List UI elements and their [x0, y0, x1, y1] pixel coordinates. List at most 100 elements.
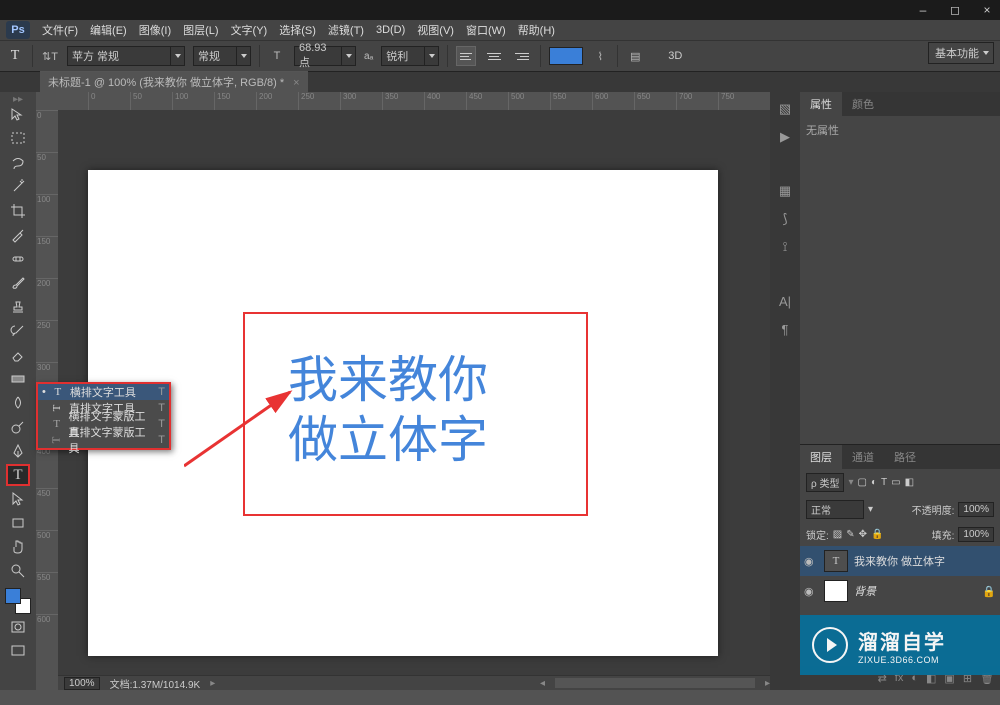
tab-paths[interactable]: 路径	[884, 445, 926, 469]
antialias-dropdown-icon[interactable]	[425, 46, 439, 66]
styles-panel-icon[interactable]: ⟟	[774, 236, 796, 258]
tab-properties[interactable]: 属性	[800, 92, 842, 116]
actions-panel-icon[interactable]: ▶	[774, 126, 796, 148]
swatches-panel-icon[interactable]: ▦	[774, 180, 796, 202]
font-size-input[interactable]: 68.93 点	[294, 46, 342, 66]
menu-select[interactable]: 选择(S)	[273, 22, 322, 38]
path-selection-tool[interactable]	[6, 488, 30, 510]
warp-text-button[interactable]: ⌇	[591, 47, 609, 65]
align-left-button[interactable]	[456, 46, 476, 66]
paragraph-panel-icon[interactable]: ¶	[774, 318, 796, 340]
layer-name[interactable]: 背景	[854, 583, 876, 599]
blend-mode-select[interactable]: 正常	[806, 500, 864, 519]
filter-shape-icon[interactable]: ▭	[891, 477, 900, 488]
magic-wand-tool[interactable]	[6, 176, 30, 198]
layer-row-text[interactable]: ◉ T 我来教你 做立体字	[800, 546, 1000, 576]
align-center-button[interactable]	[484, 46, 504, 66]
blur-tool[interactable]	[6, 392, 30, 414]
menu-3d[interactable]: 3D(D)	[370, 24, 411, 36]
visibility-icon[interactable]: ◉	[804, 555, 818, 568]
healing-tool[interactable]	[6, 248, 30, 270]
zoom-tool[interactable]	[6, 560, 30, 582]
dodge-tool[interactable]	[6, 416, 30, 438]
menu-type[interactable]: 文字(Y)	[225, 22, 274, 38]
tab-color[interactable]: 颜色	[842, 92, 884, 116]
document-tab-close[interactable]: ×	[293, 77, 299, 89]
menu-view[interactable]: 视图(V)	[411, 22, 460, 38]
shape-tool[interactable]	[6, 512, 30, 534]
document-canvas[interactable]: 我来教你 做立体字	[88, 170, 718, 656]
scroll-thumb-h[interactable]	[555, 678, 755, 688]
filter-image-icon[interactable]: ▢	[858, 477, 867, 488]
toolbox-grip[interactable]: ▸▸	[6, 94, 30, 102]
flyout-horizontal-type[interactable]: •T 横排文字工具T	[38, 384, 169, 400]
font-size-dropdown-icon[interactable]	[342, 46, 356, 66]
marquee-tool[interactable]	[6, 128, 30, 150]
lock-move-icon[interactable]: ✥	[859, 529, 867, 540]
quickmask-toggle[interactable]	[6, 616, 30, 638]
lock-pixels-icon[interactable]: ▨	[833, 529, 842, 540]
fill-input[interactable]: 100%	[958, 527, 994, 542]
menu-file[interactable]: 文件(F)	[36, 22, 84, 38]
minimize-button[interactable]: –	[916, 3, 930, 17]
canvas-text-line1: 我来教你	[288, 350, 488, 410]
crop-tool[interactable]	[6, 200, 30, 222]
antialias-select[interactable]: 锐利	[381, 46, 425, 66]
eyedropper-tool[interactable]	[6, 224, 30, 246]
foreground-color[interactable]	[5, 588, 21, 604]
move-tool[interactable]	[6, 104, 30, 126]
brushes-panel-icon[interactable]: ⟆	[774, 208, 796, 230]
orientation-toggle[interactable]: ⇅T	[41, 47, 59, 65]
font-style-dropdown-icon[interactable]	[237, 46, 251, 66]
layer-name[interactable]: 我来教你 做立体字	[854, 553, 945, 569]
font-family-dropdown-icon[interactable]	[171, 46, 185, 66]
visibility-icon[interactable]: ◉	[804, 585, 818, 598]
layer-filter-select[interactable]: ρ 类型	[806, 473, 844, 492]
workspace-switcher[interactable]: 基本功能	[928, 42, 994, 64]
screenmode-toggle[interactable]	[6, 640, 30, 662]
menu-window[interactable]: 窗口(W)	[460, 22, 512, 38]
lasso-tool[interactable]	[6, 152, 30, 174]
zoom-input[interactable]: 100%	[64, 677, 100, 690]
flyout-vertical-type-mask[interactable]: T 直排文字蒙版工具T	[38, 432, 169, 448]
lock-paint-icon[interactable]: ✎	[846, 529, 854, 540]
tool-preset-icon[interactable]: T	[6, 47, 24, 65]
layer-row-background[interactable]: ◉ 背景 🔒	[800, 576, 1000, 606]
font-family-select[interactable]: 苹方 常规	[67, 46, 171, 66]
menu-layer[interactable]: 图层(L)	[177, 22, 224, 38]
stamp-tool[interactable]	[6, 296, 30, 318]
tab-channels[interactable]: 通道	[842, 445, 884, 469]
3d-button[interactable]: 3D	[668, 50, 682, 62]
text-color-swatch[interactable]	[549, 47, 583, 65]
scroll-right-icon[interactable]: ▸	[765, 678, 770, 689]
eraser-tool[interactable]	[6, 344, 30, 366]
color-swatches[interactable]	[5, 588, 31, 614]
filter-smart-icon[interactable]: ◧	[905, 477, 914, 488]
canvas-text[interactable]: 我来教你 做立体字	[288, 350, 488, 470]
filter-adjust-icon[interactable]: ◐	[871, 477, 877, 488]
pen-tool[interactable]	[6, 440, 30, 462]
scroll-left-icon[interactable]: ◂	[540, 678, 545, 689]
hand-tool[interactable]	[6, 536, 30, 558]
history-brush-tool[interactable]	[6, 320, 30, 342]
gradient-tool[interactable]	[6, 368, 30, 390]
font-style-select[interactable]: 常规	[193, 46, 237, 66]
menu-edit[interactable]: 编辑(E)	[84, 22, 133, 38]
character-panel-button[interactable]: ▤	[626, 47, 644, 65]
type-tool[interactable]: T	[6, 464, 30, 486]
menu-image[interactable]: 图像(I)	[133, 22, 177, 38]
document-tab[interactable]: 未标题-1 @ 100% (我来教你 做立体字, RGB/8) * ×	[40, 71, 308, 92]
doc-info-dropdown-icon[interactable]: ▸	[210, 678, 215, 689]
lock-all-icon[interactable]: 🔒	[871, 529, 883, 540]
restore-button[interactable]: ◻	[948, 3, 962, 17]
opacity-input[interactable]: 100%	[958, 502, 994, 517]
align-right-button[interactable]	[512, 46, 532, 66]
brush-tool[interactable]	[6, 272, 30, 294]
tab-layers[interactable]: 图层	[800, 445, 842, 469]
menu-help[interactable]: 帮助(H)	[512, 22, 561, 38]
close-button[interactable]: ×	[980, 3, 994, 17]
menu-filter[interactable]: 滤镜(T)	[322, 22, 370, 38]
character-panel-icon[interactable]: A|	[774, 290, 796, 312]
history-panel-icon[interactable]: ▧	[774, 98, 796, 120]
filter-type-icon[interactable]: T	[881, 477, 887, 488]
